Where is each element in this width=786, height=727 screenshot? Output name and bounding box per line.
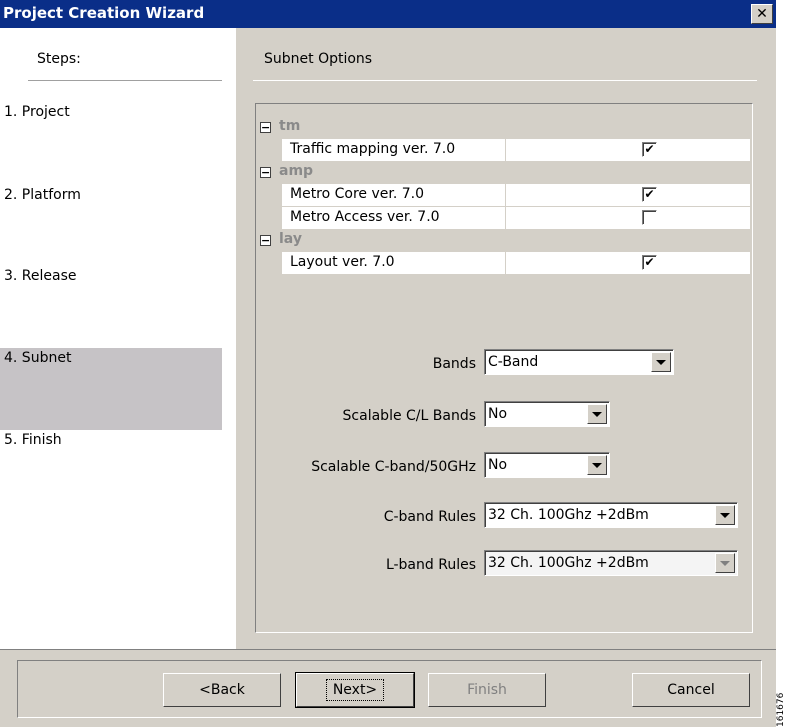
step-label: 1. Project — [4, 104, 70, 120]
subnet-options-panel: Subnet Options − tm Traffic mapping ver.… — [236, 28, 776, 649]
c-band-rules-label: C-band Rules — [383, 509, 476, 525]
finish-button[interactable]: Finish — [428, 673, 546, 707]
step-label: 2. Platform — [4, 187, 81, 203]
step-release: 3. Release — [0, 268, 222, 290]
group-lay: − lay — [259, 231, 749, 251]
back-button-label: <Back — [199, 682, 245, 698]
l-band-rules-value: 32 Ch. 100Ghz +2dBm — [488, 555, 649, 571]
figure-id: 161676 — [776, 692, 786, 727]
cancel-button[interactable]: Cancel — [632, 673, 750, 707]
bands-label: Bands — [432, 356, 476, 372]
options-box: − tm Traffic mapping ver. 7.0 ✔ − amp Me… — [255, 103, 753, 633]
step-label: 4. Subnet — [4, 350, 72, 366]
step-project: 1. Project — [0, 104, 222, 126]
scalable-cl-bands-select[interactable]: No — [484, 401, 610, 427]
option-label: Traffic mapping ver. 7.0 — [290, 141, 456, 157]
chevron-down-icon[interactable] — [715, 553, 735, 573]
scalable-c-band-50ghz-select[interactable]: No — [484, 452, 610, 478]
bands-value: C-Band — [488, 354, 539, 370]
collapse-icon[interactable]: − — [260, 122, 271, 133]
check-icon: ✔ — [644, 187, 655, 201]
panel-heading: Subnet Options — [264, 51, 373, 67]
collapse-icon[interactable]: − — [260, 235, 271, 246]
steps-heading: Steps: — [37, 51, 81, 67]
scalable-c-band-50ghz-label: Scalable C-band/50GHz — [311, 459, 476, 475]
close-button[interactable]: ✕ — [751, 4, 773, 24]
option-row: Metro Core ver. 7.0 ✔ — [282, 184, 750, 206]
window-title: Project Creation Wizard — [3, 4, 205, 22]
collapse-icon[interactable]: − — [260, 167, 271, 178]
group-tm: − tm — [259, 118, 749, 138]
bands-select[interactable]: C-Band — [484, 349, 674, 375]
column-divider — [505, 207, 506, 229]
scalable-c-band-50ghz-value: No — [488, 457, 508, 473]
layout-checkbox[interactable]: ✔ — [642, 255, 657, 270]
steps-panel: Steps: 1. Project 2. Platform 3. Release… — [0, 28, 236, 649]
chevron-down-icon[interactable] — [587, 404, 607, 424]
column-divider — [505, 252, 506, 274]
column-divider — [505, 184, 506, 206]
panel-divider — [253, 80, 757, 81]
metro-core-checkbox[interactable]: ✔ — [642, 187, 657, 202]
group-label: amp — [279, 163, 314, 179]
l-band-rules-label: L-band Rules — [385, 557, 476, 573]
group-label: tm — [279, 118, 301, 134]
chevron-down-icon[interactable] — [715, 505, 735, 525]
finish-button-label: Finish — [467, 682, 507, 698]
option-label: Layout ver. 7.0 — [290, 254, 395, 270]
step-platform: 2. Platform — [0, 187, 222, 209]
step-finish: 5. Finish — [0, 432, 222, 454]
steps-divider — [28, 80, 222, 81]
scalable-cl-bands-value: No — [488, 406, 508, 422]
option-row: Layout ver. 7.0 ✔ — [282, 252, 750, 274]
cancel-button-label: Cancel — [667, 682, 715, 698]
c-band-rules-value: 32 Ch. 100Ghz +2dBm — [488, 507, 649, 523]
l-band-rules-select[interactable]: 32 Ch. 100Ghz +2dBm — [484, 550, 738, 576]
back-button[interactable]: <Back — [163, 673, 281, 707]
c-band-rules-select[interactable]: 32 Ch. 100Ghz +2dBm — [484, 502, 738, 528]
step-label: 3. Release — [4, 268, 77, 284]
step-label: 5. Finish — [4, 432, 62, 448]
option-label: Metro Core ver. 7.0 — [290, 186, 425, 202]
option-row: Traffic mapping ver. 7.0 ✔ — [282, 139, 750, 161]
chevron-down-icon[interactable] — [587, 455, 607, 475]
next-button-label: Next> — [325, 679, 385, 701]
chevron-down-icon[interactable] — [651, 352, 671, 372]
metro-access-checkbox[interactable] — [642, 210, 657, 225]
scalable-cl-bands-label: Scalable C/L Bands — [342, 408, 476, 424]
step-subnet: 4. Subnet — [0, 348, 222, 430]
next-button[interactable]: Next> — [295, 672, 415, 708]
check-icon: ✔ — [644, 255, 655, 269]
option-row: Metro Access ver. 7.0 — [282, 207, 750, 229]
group-amp: − amp — [259, 163, 749, 183]
option-label: Metro Access ver. 7.0 — [290, 209, 440, 225]
group-label: lay — [279, 231, 302, 247]
button-bar: <Back Next> Finish Cancel — [0, 649, 776, 727]
title-bar: Project Creation Wizard ✕ — [0, 0, 776, 28]
close-icon: ✕ — [756, 6, 768, 22]
wizard-window: Project Creation Wizard ✕ Steps: 1. Proj… — [0, 0, 776, 727]
check-icon: ✔ — [644, 142, 655, 156]
column-divider — [505, 139, 506, 161]
traffic-mapping-checkbox[interactable]: ✔ — [642, 142, 657, 157]
